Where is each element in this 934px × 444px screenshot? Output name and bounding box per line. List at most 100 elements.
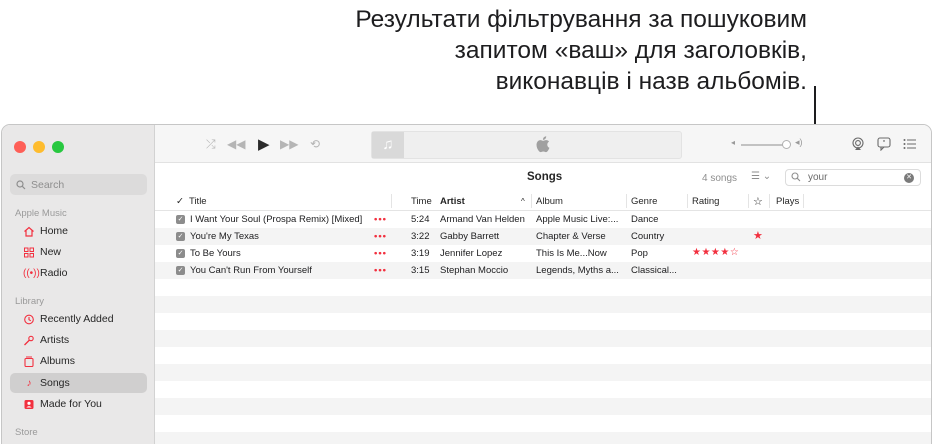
microphone-icon xyxy=(24,335,34,345)
song-genre: Classical... xyxy=(631,265,677,276)
table-header: ✓ Title Time Artist ^ Album Genre Rating… xyxy=(155,191,931,211)
row-checkbox[interactable]: ✓ xyxy=(176,232,185,241)
song-artist: Stephan Moccio xyxy=(440,265,509,276)
song-album: Apple Music Live:... xyxy=(536,214,619,225)
col-loved[interactable]: ☆ xyxy=(753,195,763,208)
song-album: Legends, Myths a... xyxy=(536,265,619,276)
airplay-icon[interactable] xyxy=(851,137,865,151)
sidebar-item-albums[interactable]: Albums xyxy=(10,351,147,371)
volume-knob[interactable] xyxy=(782,140,791,149)
section-apple-music: Apple Music xyxy=(15,208,67,219)
song-genre: Country xyxy=(631,231,665,242)
playback-toolbar: ⤮ ◀◀ ▶ ▶▶ ⟲ ♫ ◂ ◂) " xyxy=(155,125,931,163)
empty-row xyxy=(155,398,931,415)
section-library: Library xyxy=(15,296,45,307)
table-row[interactable]: ✓ You're My Texas ••• 3:22 Gabby Barrett… xyxy=(155,228,931,245)
sort-ascending-icon: ^ xyxy=(521,197,525,206)
song-title: You Can't Run From Yourself xyxy=(190,265,312,276)
empty-row xyxy=(155,364,931,381)
song-rating[interactable]: ★★★★☆ xyxy=(692,247,739,258)
music-note-icon: ♫ xyxy=(372,132,404,158)
row-checkbox[interactable]: ✓ xyxy=(176,266,185,275)
more-options-button[interactable]: ••• xyxy=(374,231,387,242)
zoom-window-button[interactable] xyxy=(52,141,64,153)
table-row[interactable]: ✓ I Want Your Soul (Prospa Remix) [Mixed… xyxy=(155,211,931,228)
sidebar-item-new[interactable]: New xyxy=(10,242,147,262)
empty-row xyxy=(155,313,931,330)
sidebar-item-home[interactable]: Home xyxy=(10,221,147,241)
more-options-button[interactable]: ••• xyxy=(374,265,387,276)
now-playing-display[interactable]: ♫ xyxy=(371,131,682,159)
table-row[interactable]: ✓ To Be Yours ••• 3:19 Jennifer Lopez Th… xyxy=(155,245,931,262)
song-genre: Pop xyxy=(631,248,648,259)
song-album: This Is Me...Now xyxy=(536,248,607,259)
home-icon xyxy=(24,226,34,237)
up-next-list-icon[interactable] xyxy=(903,138,917,150)
col-rating[interactable]: Rating xyxy=(692,196,719,207)
song-artist: Jennifer Lopez xyxy=(440,248,503,259)
sidebar-item-radio[interactable]: ((•)) Radio xyxy=(10,263,147,283)
volume-low-icon: ◂ xyxy=(731,138,736,147)
col-genre[interactable]: Genre xyxy=(631,196,657,207)
song-title: To Be Yours xyxy=(190,248,241,259)
sort-options-button[interactable]: ☰ ⌄ xyxy=(751,171,771,182)
more-options-button[interactable]: ••• xyxy=(374,214,387,225)
row-checkbox[interactable]: ✓ xyxy=(176,249,185,258)
sidebar-search-input[interactable]: Search xyxy=(10,174,147,195)
col-plays[interactable]: Plays xyxy=(776,196,799,207)
filter-value: your xyxy=(808,172,828,183)
list-header-bar: Songs 4 songs ☰ ⌄ your ✕ xyxy=(155,163,931,189)
table-row[interactable]: ✓ You Can't Run From Yourself ••• 3:15 S… xyxy=(155,262,931,279)
callout-line-2: запитом «ваш» для заголовків, xyxy=(454,37,807,64)
grid-icon xyxy=(24,247,34,257)
window-controls xyxy=(14,141,64,153)
sidebar: Search Apple Music Home New ((•)) Radio … xyxy=(2,125,155,444)
song-album: Chapter & Verse xyxy=(536,231,606,242)
volume-slider[interactable]: ◂ ◂) xyxy=(731,137,805,150)
radio-icon: ((•)) xyxy=(23,267,40,279)
apple-logo-icon xyxy=(536,136,550,153)
empty-row xyxy=(155,279,931,296)
empty-row xyxy=(155,347,931,364)
col-artist[interactable]: Artist xyxy=(440,196,465,207)
main-content: ⤮ ◀◀ ▶ ▶▶ ⟲ ♫ ◂ ◂) " Songs 4 songs ☰ ⌄ y… xyxy=(155,125,931,444)
col-title[interactable]: Title xyxy=(189,196,207,207)
song-artist: Gabby Barrett xyxy=(440,231,500,242)
previous-track-icon[interactable]: ◀◀ xyxy=(227,137,245,151)
song-time: 3:15 xyxy=(411,265,430,276)
sidebar-item-songs[interactable]: ♪ Songs xyxy=(10,373,147,393)
callout-line-3: виконавців і назв альбомів. xyxy=(495,68,807,95)
col-time[interactable]: Time xyxy=(411,196,432,207)
lyrics-icon[interactable]: " xyxy=(877,137,891,151)
next-track-icon[interactable]: ▶▶ xyxy=(280,137,298,151)
song-time: 3:22 xyxy=(411,231,430,242)
album-icon xyxy=(24,356,34,367)
empty-row xyxy=(155,432,931,444)
song-loved[interactable]: ★ xyxy=(753,229,763,242)
minimize-window-button[interactable] xyxy=(33,141,45,153)
page-title: Songs xyxy=(527,171,563,183)
search-placeholder: Search xyxy=(31,178,65,191)
svg-text:": " xyxy=(882,139,885,147)
repeat-icon[interactable]: ⟲ xyxy=(310,137,320,151)
clock-icon xyxy=(24,314,34,324)
sidebar-item-made-for-you[interactable]: Made for You xyxy=(10,394,147,414)
close-window-button[interactable] xyxy=(14,141,26,153)
play-icon[interactable]: ▶ xyxy=(258,135,270,153)
clear-filter-icon[interactable]: ✕ xyxy=(904,173,914,183)
song-time: 3:19 xyxy=(411,248,430,259)
empty-row xyxy=(155,415,931,432)
song-title: You're My Texas xyxy=(190,231,259,242)
row-checkbox[interactable]: ✓ xyxy=(176,215,185,224)
sidebar-item-artists[interactable]: Artists xyxy=(10,330,147,350)
more-options-button[interactable]: ••• xyxy=(374,248,387,259)
shuffle-icon[interactable]: ⤮ xyxy=(206,137,216,152)
song-genre: Dance xyxy=(631,214,659,225)
note-icon: ♪ xyxy=(26,377,32,389)
sidebar-item-recently-added[interactable]: Recently Added xyxy=(10,309,147,329)
search-icon xyxy=(16,179,26,189)
col-check[interactable]: ✓ xyxy=(176,196,184,207)
song-title: I Want Your Soul (Prospa Remix) [Mixed] xyxy=(190,214,363,225)
col-album[interactable]: Album xyxy=(536,196,563,207)
filter-field[interactable]: your ✕ xyxy=(785,169,921,186)
